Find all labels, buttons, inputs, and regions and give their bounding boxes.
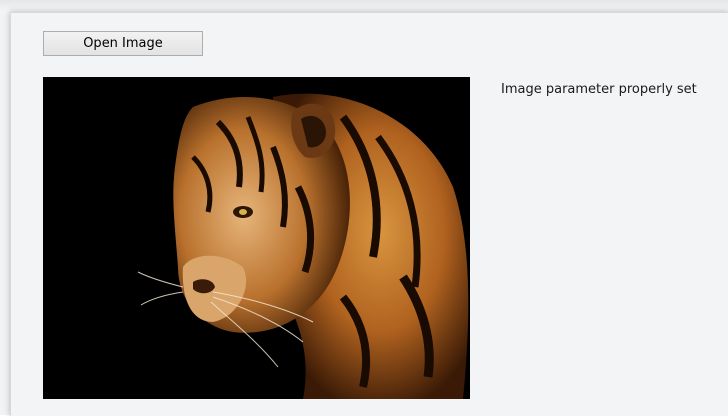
- image-display: [43, 77, 470, 399]
- tiger-photo: [43, 77, 470, 399]
- open-image-button[interactable]: Open Image: [43, 31, 203, 56]
- app-window: Open Image Image parameter properly set: [10, 12, 728, 416]
- status-message: Image parameter properly set: [501, 82, 697, 97]
